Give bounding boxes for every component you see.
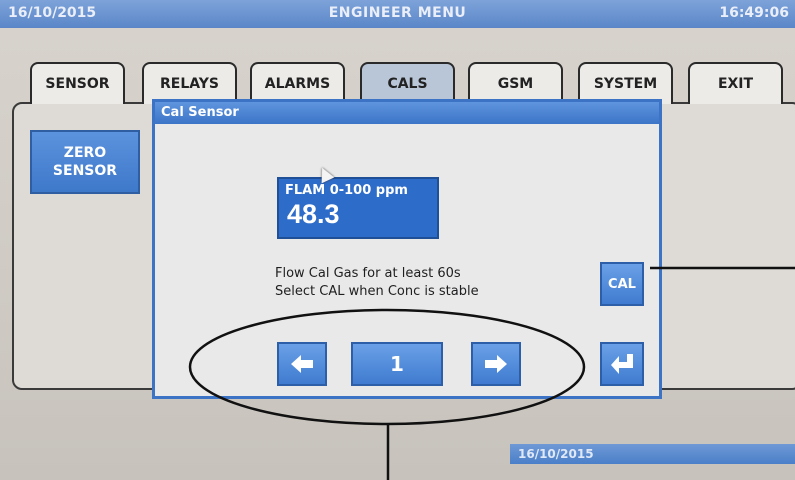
highlight-ellipse [188,308,586,426]
lower-screen-bar: 16/10/2015 [510,444,795,464]
annotation-overlay [188,266,795,480]
touchscreen-display: 16/10/2015 ENGINEER MENU 16:49:06 SENSOR… [0,0,795,480]
